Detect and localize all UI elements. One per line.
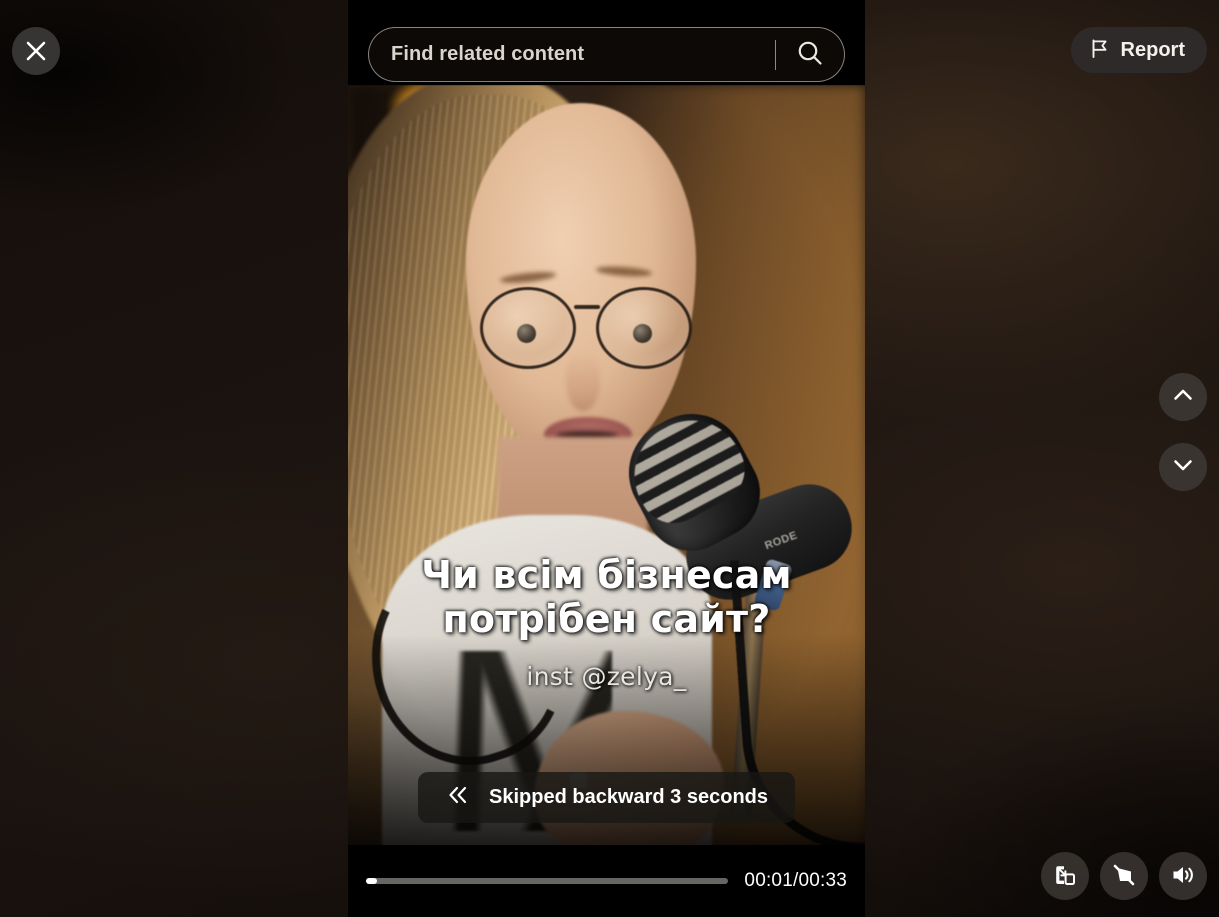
search-submit-button[interactable] — [776, 28, 844, 81]
close-button[interactable] — [12, 27, 60, 75]
next-video-button[interactable] — [1159, 443, 1207, 491]
previous-video-button[interactable] — [1159, 373, 1207, 421]
miniplayer-icon — [1052, 862, 1078, 891]
video-viewer-overlay: RODE Чи всім бізнесам потрібен сайт? ins… — [0, 0, 1219, 917]
related-content-search[interactable] — [368, 27, 845, 82]
autoplay-off-button[interactable] — [1100, 852, 1148, 900]
volume-high-icon — [1169, 861, 1197, 892]
search-input[interactable] — [369, 28, 775, 81]
chevron-up-icon — [1170, 382, 1196, 413]
skip-toast: Skipped backward 3 seconds — [418, 772, 795, 823]
report-button[interactable]: Report — [1070, 27, 1207, 73]
volume-button[interactable] — [1159, 852, 1207, 900]
progress-fill — [366, 878, 377, 884]
double-chevron-left-icon — [445, 784, 471, 811]
player-options-cluster — [1041, 852, 1207, 900]
video-frame: RODE — [348, 85, 865, 845]
skip-toast-message: Skipped backward 3 seconds — [489, 786, 768, 808]
flag-icon — [1089, 38, 1110, 62]
video-burned-caption: Чи всім бізнесам потрібен сайт? — [421, 553, 792, 642]
player-control-bar: 00:01/00:33 — [348, 845, 865, 917]
miniplayer-button[interactable] — [1041, 852, 1089, 900]
autoplay-off-icon — [1110, 861, 1138, 892]
time-display: 00:01/00:33 — [744, 870, 847, 891]
chevron-down-icon — [1170, 452, 1196, 483]
progress-scrubber[interactable] — [366, 878, 729, 884]
search-magnifier-icon — [795, 38, 825, 71]
report-label: Report — [1120, 38, 1185, 61]
close-x-icon — [23, 38, 49, 64]
video-burned-handle: inst @zelya_ — [526, 662, 687, 691]
